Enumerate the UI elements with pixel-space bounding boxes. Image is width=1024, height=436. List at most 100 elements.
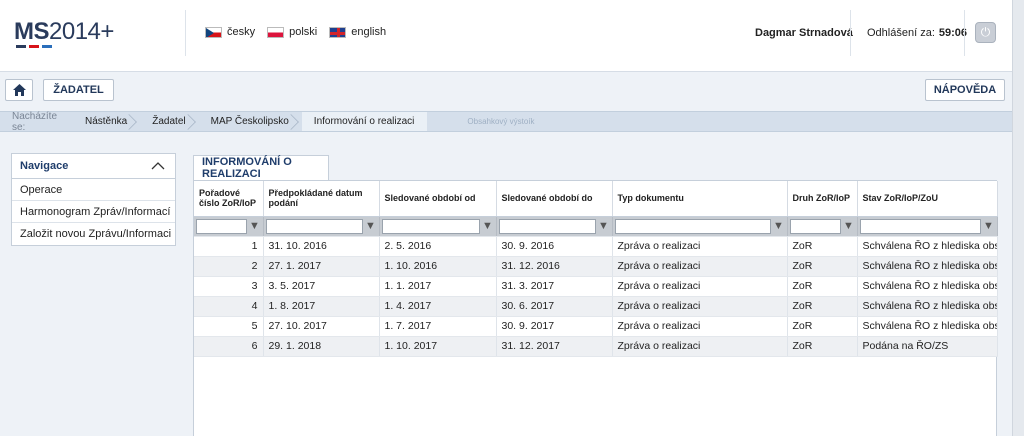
breadcrumb-item[interactable]: Žadatel xyxy=(140,112,198,131)
logo-bars xyxy=(16,45,52,48)
filter-icon[interactable]: ▼ xyxy=(482,219,494,233)
home-icon xyxy=(12,84,26,96)
filter-icon[interactable]: ▼ xyxy=(598,219,610,233)
app-header: MS2014+ česky polski english Dagmar Strn… xyxy=(0,0,1012,72)
navigation-header[interactable]: Navigace xyxy=(12,154,175,179)
lang-label: česky xyxy=(227,26,256,38)
filter-icon[interactable]: ▼ xyxy=(843,219,855,233)
logo-bar xyxy=(16,45,26,48)
polish-flag-icon xyxy=(267,26,285,38)
app-logo[interactable]: MS2014+ xyxy=(14,18,114,46)
uk-flag-icon xyxy=(329,26,347,38)
table-cell: 3 xyxy=(194,276,264,297)
table-cell: Zpráva o realizaci xyxy=(612,236,788,257)
table-cell: Podána na ŘO/ZS xyxy=(857,336,998,357)
table-cell: Schválena ŘO z hlediska obs... xyxy=(857,316,998,337)
breadcrumb-item[interactable]: Nástěnka xyxy=(73,112,140,131)
table-cell: 27. 1. 2017 xyxy=(263,256,380,277)
column-header[interactable]: Sledované období do xyxy=(496,181,613,217)
column-header[interactable]: Předpokládané datum podání xyxy=(263,181,380,217)
table-cell: 1. 7. 2017 xyxy=(379,316,497,337)
filter-cell: ▼ xyxy=(194,216,264,237)
user-name: Dagmar Strnadová xyxy=(755,27,853,39)
reports-panel: Pořadové číslo ZoR/IoP Předpokládané dat… xyxy=(193,180,998,436)
filter-input[interactable] xyxy=(614,218,771,234)
help-button[interactable]: NÁPOVĚDA xyxy=(925,79,1005,101)
breadcrumb-current: Informování o realizaci xyxy=(301,112,428,131)
table-cell: 1. 4. 2017 xyxy=(379,296,497,317)
filter-icon[interactable]: ▼ xyxy=(983,219,995,233)
nav-item-operace[interactable]: Operace xyxy=(12,179,175,201)
table-cell: 30. 9. 2017 xyxy=(496,316,613,337)
table-row[interactable]: 2 27. 1. 2017 1. 10. 2016 31. 12. 2016 Z… xyxy=(194,256,998,277)
filter-input[interactable] xyxy=(265,218,363,234)
filter-input[interactable] xyxy=(498,218,596,234)
logo-bar xyxy=(42,45,52,48)
table-header-row: Pořadové číslo ZoR/IoP Předpokládané dat… xyxy=(194,181,998,217)
table-row[interactable]: 6 29. 1. 2018 1. 10. 2017 31. 12. 2017 Z… xyxy=(194,336,998,357)
home-button[interactable] xyxy=(5,79,33,101)
column-header[interactable]: Druh ZoR/IoP xyxy=(787,181,858,217)
filter-cell: ▼ xyxy=(379,216,497,237)
filter-icon[interactable]: ▼ xyxy=(365,219,377,233)
table-cell: Schválena ŘO z hlediska obs... xyxy=(857,276,998,297)
table-cell: 31. 12. 2017 xyxy=(496,336,613,357)
table-cell: 31. 10. 2016 xyxy=(263,236,380,257)
table-cell: 31. 12. 2016 xyxy=(496,256,613,277)
breadcrumb-item[interactable]: MAP Českolipsko xyxy=(199,112,302,131)
table-cell: Zpráva o realizaci xyxy=(612,256,788,277)
toolbar: ŽADATEL NÁPOVĚDA xyxy=(0,72,1012,108)
filter-cell: ▼ xyxy=(857,216,998,237)
filter-icon[interactable]: ▼ xyxy=(773,219,785,233)
table-cell: Schválena ŘO z hlediska obs... xyxy=(857,296,998,317)
tab-informovani[interactable]: INFORMOVÁNÍ O REALIZACI xyxy=(193,155,329,180)
table-cell: 1. 1. 2017 xyxy=(379,276,497,297)
filter-input[interactable] xyxy=(789,218,841,234)
filter-icon[interactable]: ▼ xyxy=(249,219,261,233)
filter-cell: ▼ xyxy=(612,216,788,237)
breadcrumb-ghost-text: Obsahkový výstoík xyxy=(467,117,535,126)
table-cell: 6 xyxy=(194,336,264,357)
language-switcher: česky polski english xyxy=(205,26,386,38)
table-cell: 1. 8. 2017 xyxy=(263,296,380,317)
table-row[interactable]: 5 27. 10. 2017 1. 7. 2017 30. 9. 2017 Zp… xyxy=(194,316,998,337)
logo-bar xyxy=(29,45,39,48)
table-row[interactable]: 1 31. 10. 2016 2. 5. 2016 30. 9. 2016 Zp… xyxy=(194,236,998,257)
table-row[interactable]: 3 3. 5. 2017 1. 1. 2017 31. 3. 2017 Zprá… xyxy=(194,276,998,297)
table-cell: 30. 9. 2016 xyxy=(496,236,613,257)
table-cell: ZoR xyxy=(787,276,858,297)
logo-main: MS xyxy=(14,18,50,45)
table-cell: ZoR xyxy=(787,256,858,277)
table-cell: Zpráva o realizaci xyxy=(612,316,788,337)
navigation-panel: Navigace Operace Harmonogram Zpráv/Infor… xyxy=(11,153,176,246)
table-body: 1 31. 10. 2016 2. 5. 2016 30. 9. 2016 Zp… xyxy=(194,236,998,357)
table-cell: 29. 1. 2018 xyxy=(263,336,380,357)
column-header[interactable]: Sledované období od xyxy=(379,181,497,217)
table-cell: Zpráva o realizaci xyxy=(612,296,788,317)
filter-cell: ▼ xyxy=(787,216,858,237)
page-scrollbar[interactable] xyxy=(1012,0,1024,436)
column-header[interactable]: Typ dokumentu xyxy=(612,181,788,217)
table-cell: Schválena ŘO z hlediska obs... xyxy=(857,256,998,277)
table-cell: Zpráva o realizaci xyxy=(612,336,788,357)
table-cell: 1 xyxy=(194,236,264,257)
nav-item-harmonogram[interactable]: Harmonogram Zpráv/Informací xyxy=(12,201,175,223)
filter-input[interactable] xyxy=(381,218,480,234)
table-row[interactable]: 4 1. 8. 2017 1. 4. 2017 30. 6. 2017 Zprá… xyxy=(194,296,998,317)
nav-item-new-report[interactable]: Založit novou Zprávu/Informaci xyxy=(12,223,175,245)
logout-label: Odhlášení za: xyxy=(867,27,935,39)
lang-czech[interactable]: česky xyxy=(205,26,255,38)
filter-input[interactable] xyxy=(196,218,247,234)
lang-polish[interactable]: polski xyxy=(267,26,317,38)
zadatel-button[interactable]: ŽADATEL xyxy=(43,79,114,101)
chevron-up-icon xyxy=(151,162,165,170)
lang-english[interactable]: english xyxy=(329,26,386,38)
header-divider xyxy=(850,10,851,56)
czech-flag-icon xyxy=(205,26,222,38)
filter-input[interactable] xyxy=(859,218,981,234)
power-icon[interactable]: ⏻ xyxy=(975,22,996,43)
column-header[interactable]: Stav ZoR/IoP/ZoU xyxy=(857,181,998,217)
table-cell: 1. 10. 2017 xyxy=(379,336,497,357)
table-cell: 4 xyxy=(194,296,264,317)
column-header[interactable]: Pořadové číslo ZoR/IoP xyxy=(194,181,264,217)
